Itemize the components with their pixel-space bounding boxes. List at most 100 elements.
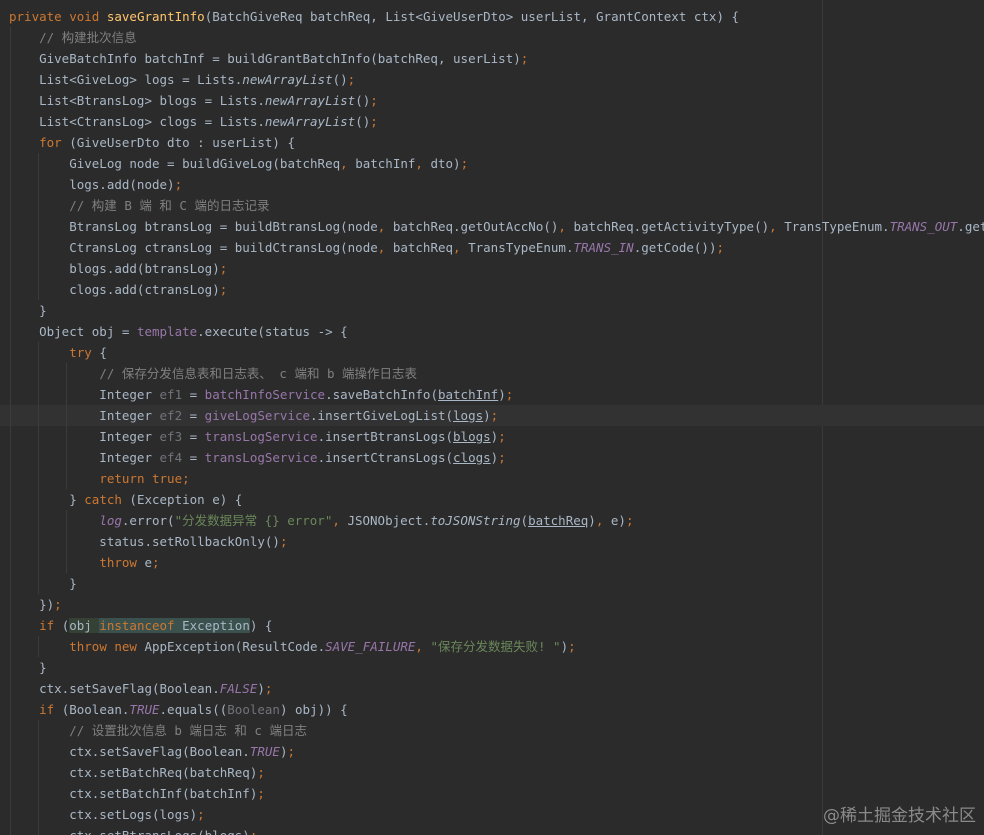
indent-guide — [10, 447, 11, 468]
code-token: .insertGiveLogList( — [310, 408, 454, 423]
code-token: () — [355, 114, 371, 129]
code-token: ; — [347, 72, 356, 87]
code-line[interactable]: throw e; — [0, 552, 984, 573]
code-token: FALSE — [219, 681, 258, 696]
code-line[interactable]: CtransLog ctransLog = buildCtransLog(nod… — [0, 237, 984, 258]
indent-guide — [10, 300, 11, 321]
code-token: GiveLog node = buildGiveLog(batchReq — [9, 156, 341, 171]
code-line[interactable]: Integer ef1 = batchInfoService.saveBatch… — [0, 384, 984, 405]
code-line[interactable]: List<BtransLog> blogs = Lists.newArrayLi… — [0, 90, 984, 111]
code-token: ( — [520, 513, 529, 528]
code-token: ef2 — [159, 408, 183, 423]
code-line[interactable]: log.error("分发数据异常 {} error", JSONObject.… — [0, 510, 984, 531]
code-token: batchInf — [437, 387, 499, 402]
code-token: TransTypeEnum. — [468, 240, 574, 255]
indent-guide — [38, 279, 39, 300]
code-token: // 保存分发信息表和日志表、 c 端和 b 端操作日志表 — [99, 366, 418, 381]
code-token: Integer — [9, 387, 160, 402]
code-line[interactable]: List<CtransLog> clogs = Lists.newArrayLi… — [0, 111, 984, 132]
code-line[interactable]: } — [0, 300, 984, 321]
indent-guide — [10, 573, 11, 594]
code-line[interactable]: } — [0, 657, 984, 678]
indent-guide — [10, 153, 11, 174]
code-line[interactable]: // 构建批次信息 — [0, 27, 984, 48]
code-line[interactable]: ctx.setSaveFlag(Boolean.FALSE); — [0, 678, 984, 699]
code-line[interactable]: return true; — [0, 468, 984, 489]
code-token: batchReq.getActivityType() — [573, 219, 770, 234]
code-line[interactable]: // 设置批次信息 b 端日志 和 c 端日志 — [0, 720, 984, 741]
code-line[interactable]: throw new AppException(ResultCode.SAVE_F… — [0, 636, 984, 657]
code-line[interactable]: status.setRollbackOnly(); — [0, 531, 984, 552]
code-line[interactable]: Object obj = template.execute(status -> … — [0, 321, 984, 342]
code-token: ; — [716, 240, 725, 255]
code-token: e) — [610, 513, 626, 528]
code-line[interactable]: // 构建 B 端 和 C 端的日志记录 — [0, 195, 984, 216]
code-token: "分发数据异常 {} error" — [174, 513, 333, 528]
code-line[interactable]: ctx.setBatchReq(batchReq); — [0, 762, 984, 783]
code-line[interactable]: ctx.setSaveFlag(Boolean.TRUE); — [0, 741, 984, 762]
code-token: try — [69, 345, 100, 360]
code-line[interactable]: } catch (Exception e) { — [0, 489, 984, 510]
indent-guide — [38, 804, 39, 825]
code-line[interactable]: // 保存分发信息表和日志表、 c 端和 b 端操作日志表 — [0, 363, 984, 384]
code-token: ; — [460, 156, 469, 171]
indent-guide — [38, 510, 39, 531]
code-line[interactable]: logs.add(node); — [0, 174, 984, 195]
indent-guide — [10, 279, 11, 300]
code-token: Integer — [9, 450, 160, 465]
code-token: ; — [287, 744, 295, 759]
indent-guide — [38, 825, 39, 835]
code-line[interactable]: BtransLog btransLog = buildBtransLog(nod… — [0, 216, 984, 237]
code-token: Boolean — [227, 702, 280, 717]
code-token: ef3 — [159, 429, 183, 444]
code-token: () — [355, 93, 371, 108]
code-token: ) — [257, 681, 265, 696]
code-token: TRUE — [249, 744, 280, 759]
code-line[interactable]: clogs.add(ctransLog); — [0, 279, 984, 300]
code-token: ef1 — [159, 387, 183, 402]
code-line[interactable]: }); — [0, 594, 984, 615]
indent-guide — [10, 384, 11, 405]
indent-guide — [38, 426, 39, 447]
code-lines[interactable]: private void saveGrantInfo(BatchGiveReq … — [0, 6, 984, 835]
code-line[interactable]: Integer ef2 = giveLogService.insertGiveL… — [0, 405, 984, 426]
indent-guide — [10, 363, 11, 384]
code-line[interactable]: blogs.add(btransLog); — [0, 258, 984, 279]
code-token: ) — [498, 387, 506, 402]
indent-guide — [38, 363, 39, 384]
code-token: ; — [152, 555, 160, 570]
code-line[interactable]: ctx.setBtransLogs(blogs); — [0, 825, 984, 835]
code-token: .saveBatchInfo( — [325, 387, 438, 402]
code-line[interactable]: try { — [0, 342, 984, 363]
code-line[interactable]: for (GiveUserDto dto : userList) { — [0, 132, 984, 153]
code-line[interactable]: private void saveGrantInfo(BatchGiveReq … — [0, 6, 984, 27]
code-line[interactable]: if (Boolean.TRUE.equals((Boolean) obj)) … — [0, 699, 984, 720]
code-line[interactable]: Integer ef4 = transLogService.insertCtra… — [0, 447, 984, 468]
code-line[interactable]: List<GiveLog> logs = Lists.newArrayList(… — [0, 69, 984, 90]
code-token: "保存分发数据失败! " — [430, 639, 561, 654]
code-line[interactable]: if (obj instanceof Exception) { — [0, 615, 984, 636]
code-token: dto) — [430, 156, 461, 171]
code-token: TRANS_OUT — [889, 219, 958, 234]
code-token: obj — [69, 618, 100, 633]
indent-guide — [66, 552, 67, 573]
code-editor[interactable]: private void saveGrantInfo(BatchGiveReq … — [0, 0, 984, 835]
code-line[interactable]: } — [0, 573, 984, 594]
code-token: List<CtransLog> clogs = Lists. — [9, 114, 265, 129]
code-token: , — [595, 513, 611, 528]
code-token: ef4 — [159, 450, 183, 465]
code-line[interactable]: GiveLog node = buildGiveLog(batchReq, ba… — [0, 153, 984, 174]
code-token: = — [182, 387, 205, 402]
code-token: newArrayList — [264, 93, 356, 108]
code-line[interactable]: GiveBatchInfo batchInf = buildGrantBatch… — [0, 48, 984, 69]
code-token: (Exception e) { — [129, 492, 243, 507]
code-line[interactable]: Integer ef3 = transLogService.insertBtra… — [0, 426, 984, 447]
indent-guide — [38, 741, 39, 762]
indent-guide — [10, 468, 11, 489]
code-token: template — [136, 324, 198, 339]
code-token: (BatchGiveReq batchReq, List<GiveUserDto… — [204, 9, 740, 24]
indent-guide — [66, 426, 67, 447]
indent-guide — [38, 720, 39, 741]
